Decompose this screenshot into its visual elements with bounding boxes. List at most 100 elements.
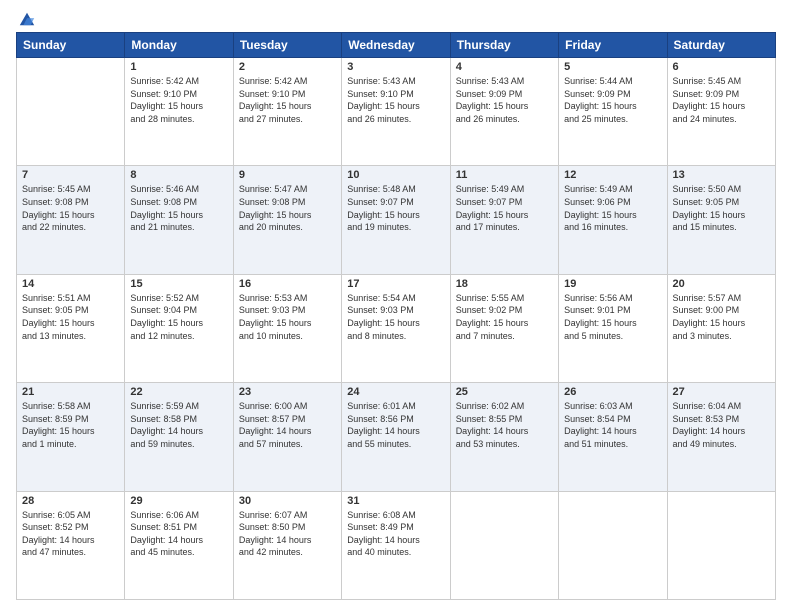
day-info: Sunrise: 5:47 AM Sunset: 9:08 PM Dayligh… (239, 183, 336, 233)
day-number: 23 (239, 386, 336, 398)
weekday-header-cell: Friday (559, 33, 667, 58)
calendar-day-cell: 11 Sunrise: 5:49 AM Sunset: 9:07 PM Dayli… (450, 166, 558, 274)
day-info: Sunrise: 5:45 AM Sunset: 9:08 PM Dayligh… (22, 183, 119, 233)
day-number: 18 (456, 278, 553, 290)
calendar-day-cell: 30 Sunrise: 6:07 AM Sunset: 8:50 PM Dayli… (233, 491, 341, 599)
day-number: 24 (347, 386, 444, 398)
day-info: Sunrise: 5:57 AM Sunset: 9:00 PM Dayligh… (673, 292, 770, 342)
calendar-day-cell: 29Sunrise: 6:06 AM Sunset: 8:51 PM Dayli… (125, 491, 233, 599)
day-info: Sunrise: 6:08 AM Sunset: 8:49 PM Dayligh… (347, 509, 444, 559)
day-number: 12 (564, 169, 661, 181)
day-info: Sunrise: 6:02 AM Sunset: 8:55 PM Dayligh… (456, 400, 553, 450)
calendar-day-cell (667, 491, 775, 599)
day-number: 21 (22, 386, 119, 398)
day-number: 27 (673, 386, 770, 398)
calendar-day-cell: 7Sunrise: 5:45 AM Sunset: 9:08 PM Daylig… (17, 166, 125, 274)
calendar-table: SundayMondayTuesdayWednesdayThursdayFrid… (16, 32, 776, 600)
calendar-week-row: 14 Sunrise: 5:51 AM Sunset: 9:05 PM Dayli… (17, 274, 776, 382)
day-info: Sunrise: 5:52 AM Sunset: 9:04 PM Dayligh… (130, 292, 227, 342)
day-number: 3 (347, 61, 444, 73)
day-info: Sunrise: 5:44 AM Sunset: 9:09 PM Dayligh… (564, 75, 661, 125)
logo-icon (18, 10, 36, 28)
logo (16, 12, 36, 24)
calendar-day-cell: 9 Sunrise: 5:47 AM Sunset: 9:08 PM Daylig… (233, 166, 341, 274)
day-number: 5 (564, 61, 661, 73)
weekday-header-cell: Thursday (450, 33, 558, 58)
day-number: 22 (130, 386, 227, 398)
calendar-day-cell (559, 491, 667, 599)
day-number: 10 (347, 169, 444, 181)
calendar-day-cell: 10 Sunrise: 5:48 AM Sunset: 9:07 PM Dayli… (342, 166, 450, 274)
day-number: 19 (564, 278, 661, 290)
weekday-header-cell: Tuesday (233, 33, 341, 58)
day-info: Sunrise: 5:55 AM Sunset: 9:02 PM Dayligh… (456, 292, 553, 342)
calendar-day-cell: 23 Sunrise: 6:00 AM Sunset: 8:57 PM Dayli… (233, 383, 341, 491)
weekday-header-cell: Monday (125, 33, 233, 58)
calendar-day-cell: 31 Sunrise: 6:08 AM Sunset: 8:49 PM Dayli… (342, 491, 450, 599)
day-info: Sunrise: 5:56 AM Sunset: 9:01 PM Dayligh… (564, 292, 661, 342)
day-number: 1 (130, 61, 227, 73)
day-info: Sunrise: 6:03 AM Sunset: 8:54 PM Dayligh… (564, 400, 661, 450)
day-info: Sunrise: 5:53 AM Sunset: 9:03 PM Dayligh… (239, 292, 336, 342)
calendar-week-row: 7Sunrise: 5:45 AM Sunset: 9:08 PM Daylig… (17, 166, 776, 274)
calendar-day-cell: 25 Sunrise: 6:02 AM Sunset: 8:55 PM Dayli… (450, 383, 558, 491)
day-info: Sunrise: 6:07 AM Sunset: 8:50 PM Dayligh… (239, 509, 336, 559)
day-info: Sunrise: 5:50 AM Sunset: 9:05 PM Dayligh… (673, 183, 770, 233)
day-number: 26 (564, 386, 661, 398)
calendar-day-cell: 20Sunrise: 5:57 AM Sunset: 9:00 PM Dayli… (667, 274, 775, 382)
day-number: 15 (130, 278, 227, 290)
weekday-header-cell: Sunday (17, 33, 125, 58)
day-number: 25 (456, 386, 553, 398)
day-info: Sunrise: 5:59 AM Sunset: 8:58 PM Dayligh… (130, 400, 227, 450)
day-info: Sunrise: 5:51 AM Sunset: 9:05 PM Dayligh… (22, 292, 119, 342)
day-info: Sunrise: 6:05 AM Sunset: 8:52 PM Dayligh… (22, 509, 119, 559)
calendar-day-cell: 14 Sunrise: 5:51 AM Sunset: 9:05 PM Dayli… (17, 274, 125, 382)
day-info: Sunrise: 5:42 AM Sunset: 9:10 PM Dayligh… (239, 75, 336, 125)
calendar-week-row: 21Sunrise: 5:58 AM Sunset: 8:59 PM Dayli… (17, 383, 776, 491)
weekday-header-cell: Wednesday (342, 33, 450, 58)
day-info: Sunrise: 5:43 AM Sunset: 9:10 PM Dayligh… (347, 75, 444, 125)
day-info: Sunrise: 5:42 AM Sunset: 9:10 PM Dayligh… (130, 75, 227, 125)
day-info: Sunrise: 5:46 AM Sunset: 9:08 PM Dayligh… (130, 183, 227, 233)
day-number: 28 (22, 495, 119, 507)
day-info: Sunrise: 6:04 AM Sunset: 8:53 PM Dayligh… (673, 400, 770, 450)
calendar-day-cell (17, 58, 125, 166)
day-info: Sunrise: 5:49 AM Sunset: 9:07 PM Dayligh… (456, 183, 553, 233)
calendar-day-cell: 8 Sunrise: 5:46 AM Sunset: 9:08 PM Daylig… (125, 166, 233, 274)
day-number: 6 (673, 61, 770, 73)
calendar-day-cell: 21Sunrise: 5:58 AM Sunset: 8:59 PM Dayli… (17, 383, 125, 491)
calendar-week-row: 1 Sunrise: 5:42 AM Sunset: 9:10 PM Daylig… (17, 58, 776, 166)
calendar-day-cell: 16 Sunrise: 5:53 AM Sunset: 9:03 PM Dayli… (233, 274, 341, 382)
day-number: 9 (239, 169, 336, 181)
calendar-day-cell: 5 Sunrise: 5:44 AM Sunset: 9:09 PM Daylig… (559, 58, 667, 166)
calendar-day-cell: 19 Sunrise: 5:56 AM Sunset: 9:01 PM Dayli… (559, 274, 667, 382)
calendar-day-cell: 13 Sunrise: 5:50 AM Sunset: 9:05 PM Dayli… (667, 166, 775, 274)
day-number: 30 (239, 495, 336, 507)
page: SundayMondayTuesdayWednesdayThursdayFrid… (0, 0, 792, 612)
calendar-day-cell: 24 Sunrise: 6:01 AM Sunset: 8:56 PM Dayli… (342, 383, 450, 491)
day-number: 2 (239, 61, 336, 73)
day-info: Sunrise: 6:00 AM Sunset: 8:57 PM Dayligh… (239, 400, 336, 450)
day-number: 31 (347, 495, 444, 507)
day-number: 11 (456, 169, 553, 181)
day-info: Sunrise: 6:06 AM Sunset: 8:51 PM Dayligh… (130, 509, 227, 559)
weekday-header-cell: Saturday (667, 33, 775, 58)
weekday-header-row: SundayMondayTuesdayWednesdayThursdayFrid… (17, 33, 776, 58)
day-info: Sunrise: 5:54 AM Sunset: 9:03 PM Dayligh… (347, 292, 444, 342)
calendar-day-cell: 3 Sunrise: 5:43 AM Sunset: 9:10 PM Daylig… (342, 58, 450, 166)
day-number: 4 (456, 61, 553, 73)
day-number: 14 (22, 278, 119, 290)
calendar-day-cell: 18 Sunrise: 5:55 AM Sunset: 9:02 PM Dayli… (450, 274, 558, 382)
day-info: Sunrise: 5:43 AM Sunset: 9:09 PM Dayligh… (456, 75, 553, 125)
calendar-day-cell: 26 Sunrise: 6:03 AM Sunset: 8:54 PM Dayli… (559, 383, 667, 491)
calendar-day-cell: 28 Sunrise: 6:05 AM Sunset: 8:52 PM Dayli… (17, 491, 125, 599)
day-number: 8 (130, 169, 227, 181)
calendar-day-cell: 2 Sunrise: 5:42 AM Sunset: 9:10 PM Daylig… (233, 58, 341, 166)
calendar-day-cell: 27 Sunrise: 6:04 AM Sunset: 8:53 PM Dayli… (667, 383, 775, 491)
day-info: Sunrise: 5:48 AM Sunset: 9:07 PM Dayligh… (347, 183, 444, 233)
day-info: Sunrise: 6:01 AM Sunset: 8:56 PM Dayligh… (347, 400, 444, 450)
header (16, 12, 776, 24)
day-number: 16 (239, 278, 336, 290)
day-info: Sunrise: 5:49 AM Sunset: 9:06 PM Dayligh… (564, 183, 661, 233)
day-number: 13 (673, 169, 770, 181)
